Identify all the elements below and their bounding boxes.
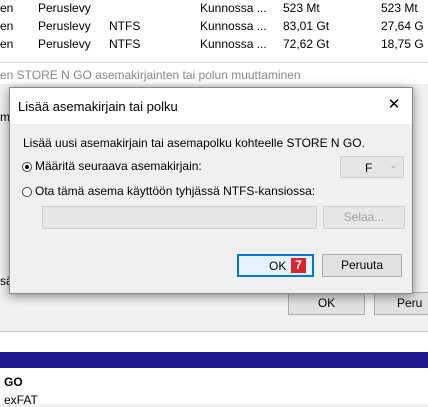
outer-dialog-title: en STORE N GO asemakirjainten tai polun … (0, 68, 301, 82)
disk-list: en Peruslevy Kunnossa ... 523 Mt 523 Mt … (0, 0, 428, 64)
ok-button-label: OK (269, 259, 287, 273)
assign-letter-radio[interactable] (22, 162, 32, 172)
browse-button[interactable]: Selaa... (323, 206, 405, 229)
status-cell: Kunnossa ... (200, 1, 267, 15)
outer-dialog-titlebar: en STORE N GO asemakirjainten tai polun … (0, 62, 428, 85)
folder-path-input[interactable] (42, 206, 317, 229)
disk-list-row[interactable]: en Peruslevy NTFS Kunnossa ... 83,01 Gt … (0, 18, 428, 36)
drive-letter-value: F (365, 161, 373, 175)
close-icon: ✕ (387, 96, 401, 113)
dialog-title: Lisää asemakirjain tai polku (18, 99, 178, 114)
add-drive-letter-dialog: Lisää asemakirjain tai polku ✕ Lisää uus… (9, 87, 413, 294)
annotation-badge-7: 7 (291, 258, 306, 273)
drive-letter-select[interactable]: F ⌄ (340, 156, 404, 178)
dialog-titlebar: Lisää asemakirjain tai polku ✕ (10, 88, 412, 124)
ok-button[interactable]: OK 7 (237, 254, 314, 277)
disk-cell: en (0, 37, 14, 51)
mount-folder-label[interactable]: Ota tämä asema käyttöön tyhjässä NTFS-ka… (35, 184, 315, 198)
free-cell: 523 Mt (381, 1, 418, 15)
layout-cell: Peruslevy (38, 19, 91, 33)
outer-dialog-bottom-strip (0, 331, 428, 354)
layout-cell: Peruslevy (38, 37, 91, 51)
fs-cell: NTFS (109, 19, 141, 33)
close-button[interactable]: ✕ (384, 95, 404, 115)
capacity-cell: 72,62 Gt (283, 37, 330, 51)
status-cell: Kunnossa ... (200, 19, 267, 33)
chevron-down-icon: ⌄ (389, 160, 397, 170)
assign-letter-label[interactable]: Määritä seuraava asemakirjain: (35, 159, 202, 173)
selected-volume-bar[interactable] (0, 352, 428, 368)
capacity-cell: 83,01 Gt (283, 19, 330, 33)
disk-cell: en (0, 1, 14, 15)
outer-cancel-button[interactable]: Peru (374, 292, 428, 315)
volume-label: GO (4, 375, 23, 389)
disk-list-row[interactable]: en Peruslevy Kunnossa ... 523 Mt 523 Mt (0, 0, 428, 18)
mount-folder-radio[interactable] (22, 187, 32, 197)
outer-ok-button[interactable]: OK (288, 292, 365, 315)
capacity-cell: 523 Mt (283, 1, 320, 15)
volume-info[interactable]: GO exFAT (0, 368, 428, 407)
volume-fs: exFAT (4, 393, 38, 407)
disk-cell: en (0, 19, 14, 33)
free-cell: 18,75 G (381, 37, 424, 51)
status-cell: Kunnossa ... (200, 37, 267, 51)
cancel-button[interactable]: Peruuta (322, 254, 402, 277)
layout-cell: Peruslevy (38, 1, 91, 15)
fs-cell: NTFS (109, 37, 141, 51)
dialog-description: Lisää uusi asemakirjain tai asemapolku k… (23, 136, 365, 150)
free-cell: 27,64 G (381, 19, 424, 33)
disk-list-row[interactable]: en Peruslevy NTFS Kunnossa ... 72,62 Gt … (0, 36, 428, 54)
